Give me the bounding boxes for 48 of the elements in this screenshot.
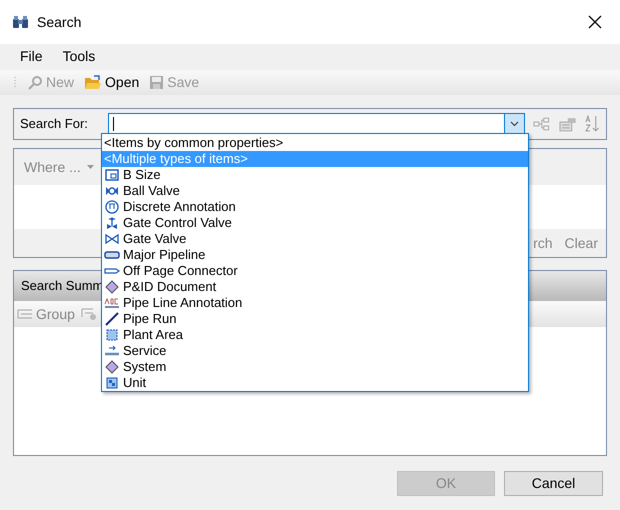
list-item[interactable]: Pipe Line Annotation <box>102 295 528 311</box>
list-item[interactable]: Unit <box>102 375 528 391</box>
sort-icon[interactable] <box>584 115 600 133</box>
list-item[interactable]: Off Page Connector <box>102 263 528 279</box>
search-combo[interactable] <box>108 113 526 135</box>
tree-icon[interactable] <box>533 117 551 131</box>
group-icon <box>17 308 33 320</box>
list-item[interactable]: Gate Control Valve <box>102 215 528 231</box>
toolbar-button[interactable]: Open <box>84 72 140 93</box>
dialog-button[interactable]: Cancel <box>504 471 603 496</box>
list-item[interactable]: B Size <box>102 167 528 183</box>
bowtie-icon <box>105 233 119 245</box>
window-title: Search <box>37 12 82 32</box>
list-item[interactable]: System <box>102 359 528 375</box>
properties-icon[interactable] <box>558 116 576 132</box>
valve-icon <box>105 185 119 197</box>
folder-icon <box>84 74 102 90</box>
diamond-icon <box>105 360 119 374</box>
line-icon <box>105 312 119 326</box>
ungroup-icon[interactable] <box>80 307 97 321</box>
list-item[interactable]: Discrete Annotation <box>102 199 528 215</box>
list-item[interactable]: Pipe Run <box>102 311 528 327</box>
arrow-icon <box>104 345 120 357</box>
circle-icon <box>105 200 119 214</box>
list-item[interactable]: Service <box>102 343 528 359</box>
field-label: Search For: <box>20 115 89 134</box>
diamond-icon <box>105 280 119 294</box>
arrow-icon <box>104 266 120 276</box>
valve-icon <box>105 216 119 230</box>
pipe-icon <box>104 250 120 260</box>
search-icon <box>27 74 43 90</box>
binoculars-icon <box>12 15 29 29</box>
menu-item[interactable]: File <box>10 46 53 66</box>
dropdown-button[interactable] <box>504 114 524 134</box>
text-icon <box>104 297 120 309</box>
menu-item[interactable]: Tools <box>52 46 106 66</box>
rectangle-icon <box>105 169 119 181</box>
list-item[interactable]: Plant Area <box>102 327 528 343</box>
list-item[interactable]: P&ID Document <box>102 279 528 295</box>
chevron-icon <box>510 121 520 127</box>
grid-icon <box>106 377 118 389</box>
list-item[interactable]: Ball Valve <box>102 183 528 199</box>
list-item[interactable]: <Items by common properties> <box>102 135 528 151</box>
square-icon <box>106 329 118 341</box>
list-item[interactable]: Major Pipeline <box>102 247 528 263</box>
caret-icon[interactable] <box>86 165 94 169</box>
list-item[interactable]: Gate Valve <box>102 231 528 247</box>
close-icon[interactable] <box>588 15 602 29</box>
